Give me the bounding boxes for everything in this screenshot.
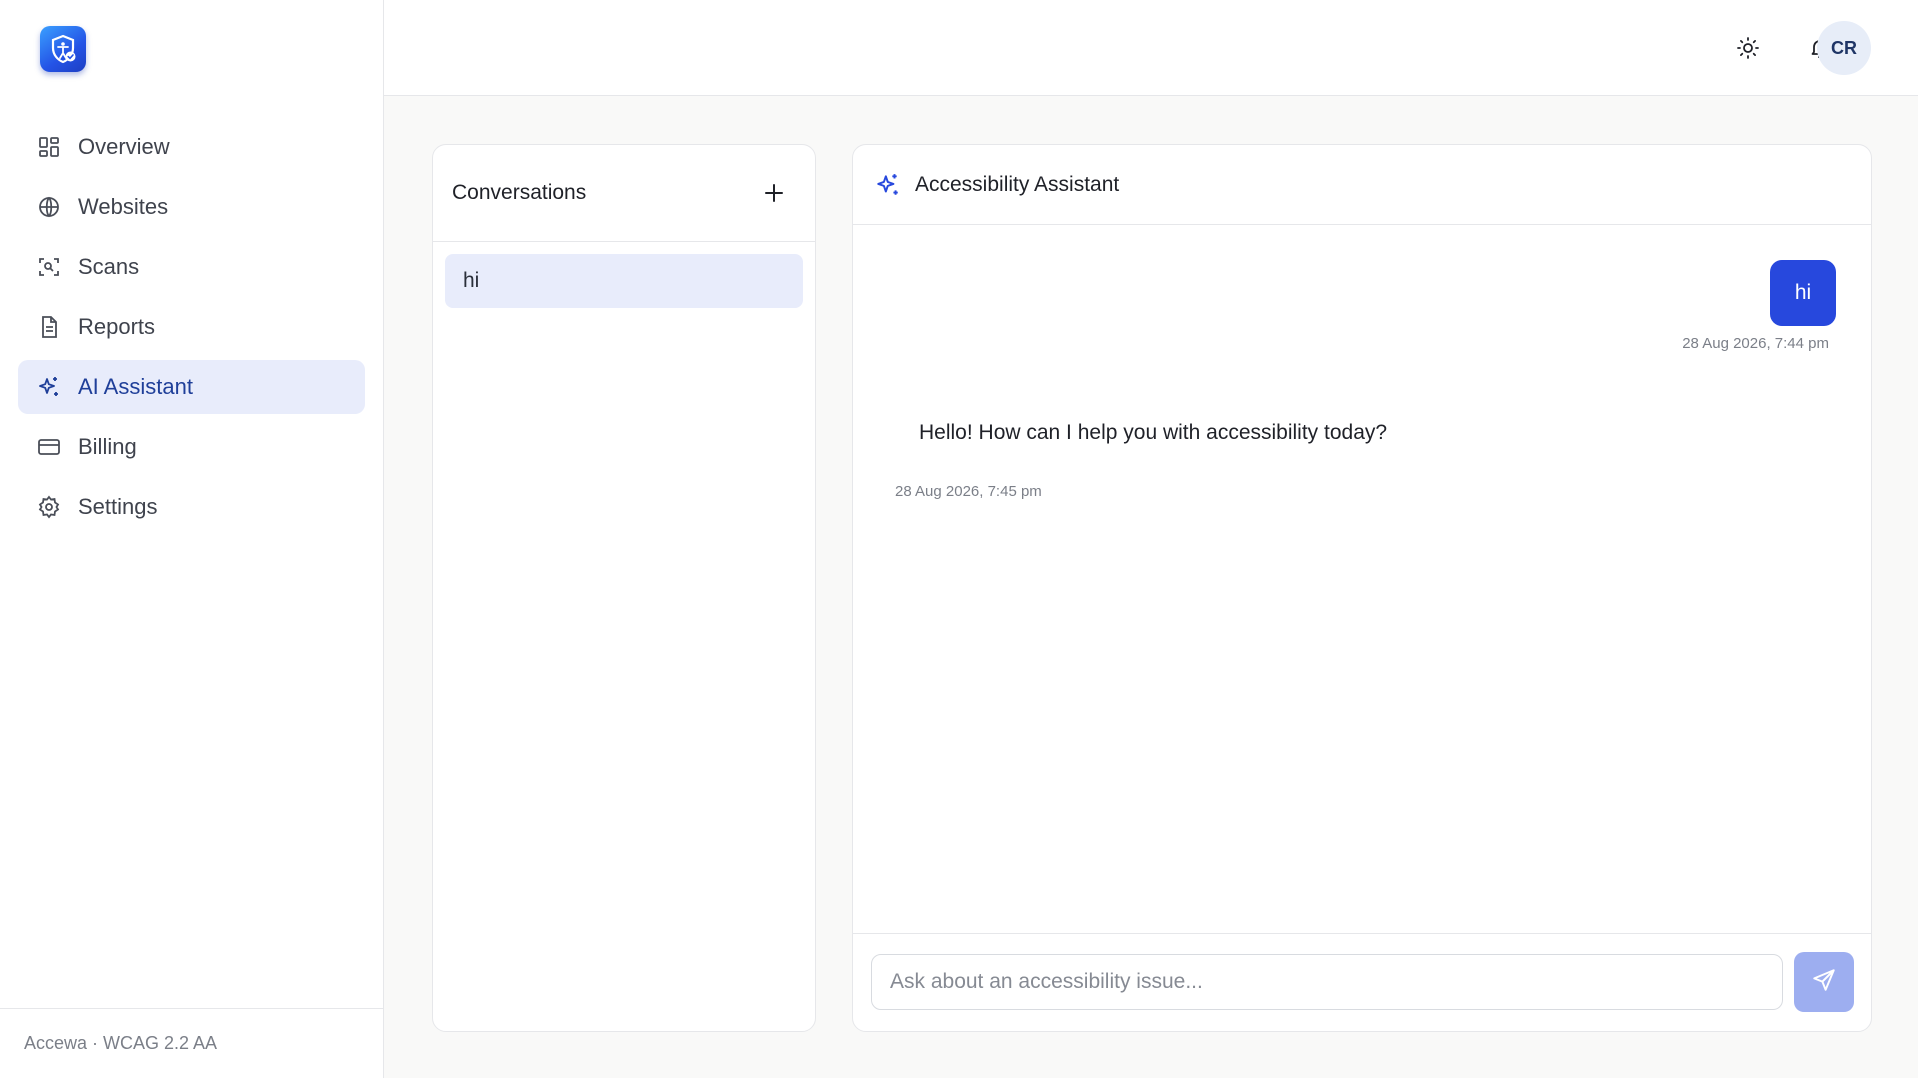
send-icon bbox=[1811, 967, 1837, 998]
message-timestamp: 28 Aug 2026, 7:44 pm bbox=[1682, 335, 1829, 352]
message-timestamp: 28 Aug 2026, 7:45 pm bbox=[895, 483, 1042, 500]
chat-panel: Accessibility Assistant hi 28 Aug 2026, … bbox=[852, 144, 1872, 1032]
conversations-title: Conversations bbox=[452, 181, 587, 204]
globe-icon bbox=[36, 194, 62, 220]
conversations-panel: Conversations hi bbox=[432, 144, 816, 1032]
plus-icon[interactable] bbox=[757, 176, 791, 210]
dashboard-grid-icon bbox=[36, 134, 62, 160]
sidebar-item-billing[interactable]: Billing bbox=[18, 420, 365, 474]
sidebar-item-label: Reports bbox=[78, 314, 156, 339]
chat-title: Accessibility Assistant bbox=[915, 172, 1120, 196]
sparkles-icon bbox=[36, 374, 62, 400]
gear-icon bbox=[36, 494, 62, 520]
sidebar-item-label: AI Assistant bbox=[78, 374, 193, 399]
app-root: Overview Websites Scans Reports AI Assis… bbox=[0, 0, 1918, 1078]
sidebar-item-label: Websites bbox=[78, 194, 169, 219]
sidebar-item-label: Scans bbox=[78, 254, 140, 279]
sidebar: Overview Websites Scans Reports AI Assis… bbox=[0, 0, 384, 1078]
assistant-message: Hello! How can I help you with accessibi… bbox=[919, 421, 1388, 444]
avatar[interactable]: CR bbox=[1817, 21, 1871, 75]
chat-header: Accessibility Assistant bbox=[853, 145, 1871, 225]
user-message: hi bbox=[1770, 260, 1836, 326]
sparkles-icon bbox=[875, 171, 903, 199]
sidebar-footer: Accewa · WCAG 2.2 AA bbox=[0, 1008, 383, 1078]
sidebar-item-settings[interactable]: Settings bbox=[18, 480, 365, 534]
sidebar-item-overview[interactable]: Overview bbox=[18, 120, 365, 174]
credit-card-icon bbox=[36, 434, 62, 460]
accessibility-shield-icon[interactable] bbox=[40, 26, 86, 72]
scan-icon bbox=[36, 254, 62, 280]
message-composer bbox=[853, 933, 1871, 1031]
sidebar-item-label: Billing bbox=[78, 434, 137, 459]
document-icon bbox=[36, 314, 62, 340]
sidebar-item-reports[interactable]: Reports bbox=[18, 300, 365, 354]
sidebar-item-label: Settings bbox=[78, 494, 158, 519]
send-button[interactable] bbox=[1794, 952, 1854, 1012]
sidebar-nav: Overview Websites Scans Reports AI Assis… bbox=[18, 120, 365, 540]
sidebar-item-websites[interactable]: Websites bbox=[18, 180, 365, 234]
conversation-item[interactable]: hi bbox=[445, 254, 803, 308]
conversations-header: Conversations bbox=[433, 145, 815, 242]
sidebar-item-ai-assistant[interactable]: AI Assistant bbox=[18, 360, 365, 414]
message-input[interactable] bbox=[871, 954, 1783, 1010]
sidebar-item-scans[interactable]: Scans bbox=[18, 240, 365, 294]
sidebar-item-label: Overview bbox=[78, 134, 170, 159]
top-bar: CR bbox=[384, 0, 1918, 96]
sun-icon[interactable] bbox=[1726, 26, 1770, 70]
